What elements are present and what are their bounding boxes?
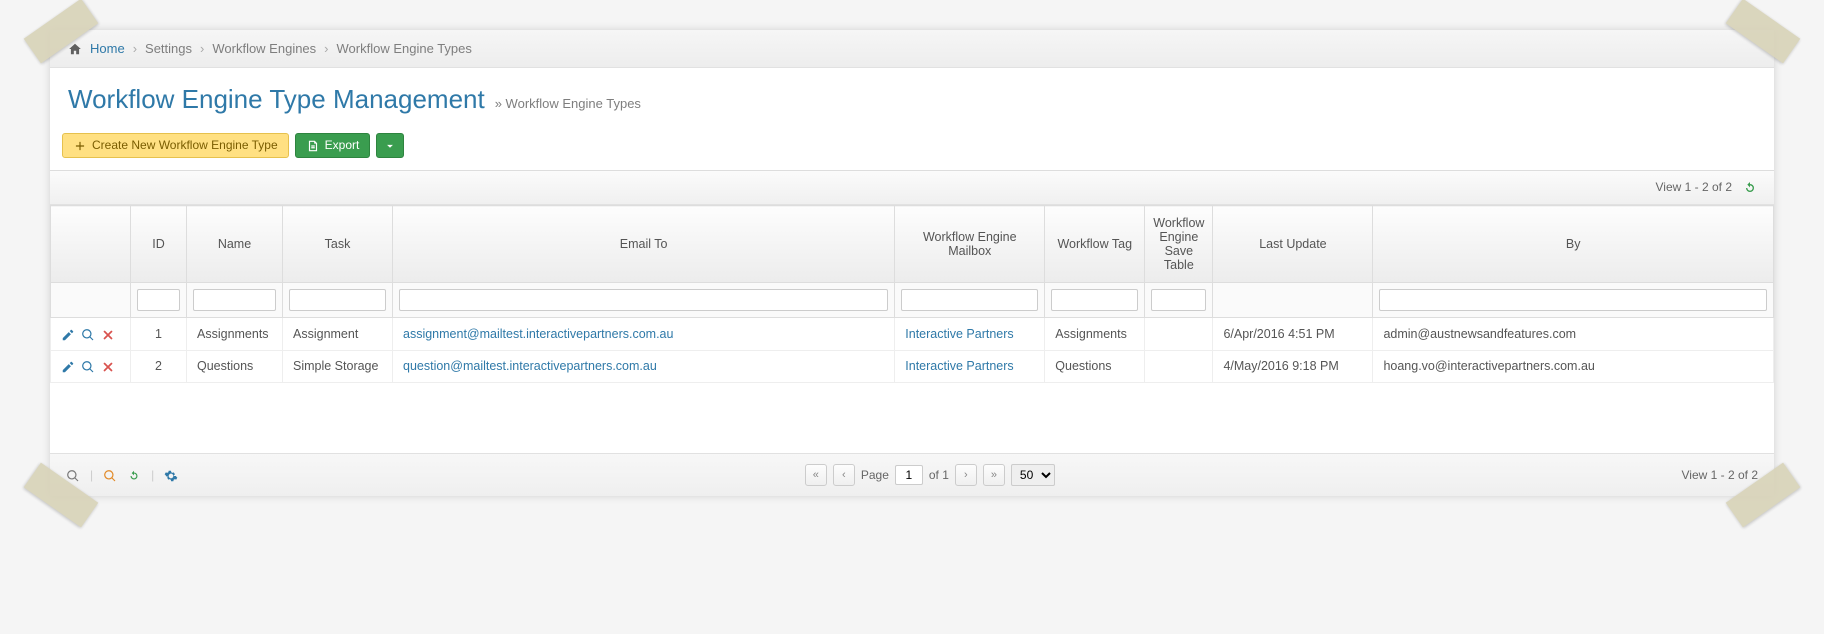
breadcrumb-sep: › [133,41,137,56]
pager-center: « ‹ Page of 1 › » 50 [178,464,1681,486]
refresh-icon[interactable] [1742,179,1758,196]
pager-next-button[interactable]: › [955,464,977,486]
cell-tag: Assignments [1045,318,1145,351]
table-row: 1 Assignments Assignment assignment@mail… [51,318,1774,351]
cell-id: 2 [131,350,187,383]
column-actions [51,206,131,283]
pager-page-label: Page [861,468,889,482]
magnify-icon[interactable] [81,326,95,342]
cell-email-to[interactable]: assignment@mailtest.interactivepartners.… [403,327,673,341]
edit-icon[interactable] [61,326,75,342]
filter-tag[interactable] [1051,289,1138,311]
page-title: Workflow Engine Type Management [68,84,485,115]
pager-bar: | | « ‹ Page of 1 › » 50 View 1 - 2 of [50,453,1774,496]
column-name[interactable]: Name [187,206,283,283]
column-by[interactable]: By [1373,206,1774,283]
pager-last-button[interactable]: » [983,464,1005,486]
create-button-label: Create New Workflow Engine Type [92,138,278,152]
breadcrumb-settings[interactable]: Settings [145,41,192,56]
column-last-update[interactable]: Last Update [1213,206,1373,283]
column-email-to[interactable]: Email To [393,206,895,283]
page-subpath: » Workflow Engine Types [495,96,641,111]
filter-by[interactable] [1379,289,1767,311]
column-tag[interactable]: Workflow Tag [1045,206,1145,283]
edit-icon[interactable] [61,359,75,375]
toolbar: Create New Workflow Engine Type Export [50,133,1774,171]
breadcrumb-engines[interactable]: Workflow Engines [212,41,316,56]
cell-name: Assignments [187,318,283,351]
delete-icon[interactable] [101,326,115,342]
pager-prev-button[interactable]: ‹ [833,464,855,486]
pager-left-tools: | | [66,467,178,483]
magnify-icon[interactable] [81,359,95,375]
column-mailbox[interactable]: Workflow Engine Mailbox [895,206,1045,283]
pager-of-label: of 1 [929,468,949,482]
breadcrumb-home[interactable]: Home [90,41,125,56]
filter-task[interactable] [289,289,386,311]
export-dropdown-button[interactable] [376,133,404,158]
delete-icon[interactable] [101,359,115,375]
pager-first-button[interactable]: « [805,464,827,486]
cell-last-update: 6/Apr/2016 4:51 PM [1213,318,1373,351]
caret-down-icon [383,138,397,153]
table-info-top: View 1 - 2 of 2 [50,171,1774,205]
cell-task: Assignment [283,318,393,351]
cell-mailbox[interactable]: Interactive Partners [905,327,1013,341]
data-table: ID Name Task Email To Workflow Engine Ma… [50,205,1774,383]
filter-name[interactable] [193,289,276,311]
cell-mailbox[interactable]: Interactive Partners [905,359,1013,373]
breadcrumb: Home › Settings › Workflow Engines › Wor… [50,30,1774,68]
column-id[interactable]: ID [131,206,187,283]
export-button-label: Export [325,138,360,152]
create-button[interactable]: Create New Workflow Engine Type [62,133,289,158]
column-save-table[interactable]: Workflow Engine Save Table [1145,206,1213,283]
breadcrumb-types: Workflow Engine Types [337,41,472,56]
cell-email-to[interactable]: question@mailtest.interactivepartners.co… [403,359,657,373]
cell-tag: Questions [1045,350,1145,383]
view-range-bottom: View 1 - 2 of 2 [1682,468,1759,482]
filter-row [51,283,1774,318]
cell-save-table [1145,350,1213,383]
breadcrumb-sep: › [200,41,204,56]
cell-id: 1 [131,318,187,351]
column-task[interactable]: Task [283,206,393,283]
export-icon [306,138,320,153]
cell-by: hoang.vo@interactivepartners.com.au [1373,350,1774,383]
table-row: 2 Questions Simple Storage question@mail… [51,350,1774,383]
pager-size-select[interactable]: 50 [1011,464,1055,486]
filter-email-to[interactable] [399,289,888,311]
filter-id[interactable] [137,289,180,311]
gear-icon[interactable] [164,467,178,483]
cell-by: admin@austnewsandfeatures.com [1373,318,1774,351]
export-button[interactable]: Export [295,133,371,158]
cell-name: Questions [187,350,283,383]
filter-save-table[interactable] [1151,289,1206,311]
reload-icon[interactable] [127,467,141,483]
view-range-top: View 1 - 2 of 2 [1656,180,1733,194]
filter-mailbox[interactable] [901,289,1038,311]
breadcrumb-sep: › [324,41,328,56]
cell-save-table [1145,318,1213,351]
page-title-row: Workflow Engine Type Management » Workfl… [50,68,1774,133]
cell-last-update: 4/May/2016 9:18 PM [1213,350,1373,383]
pager-page-input[interactable] [895,465,923,485]
search-highlight-icon[interactable] [103,467,117,483]
cell-task: Simple Storage [283,350,393,383]
plus-icon [73,138,87,153]
